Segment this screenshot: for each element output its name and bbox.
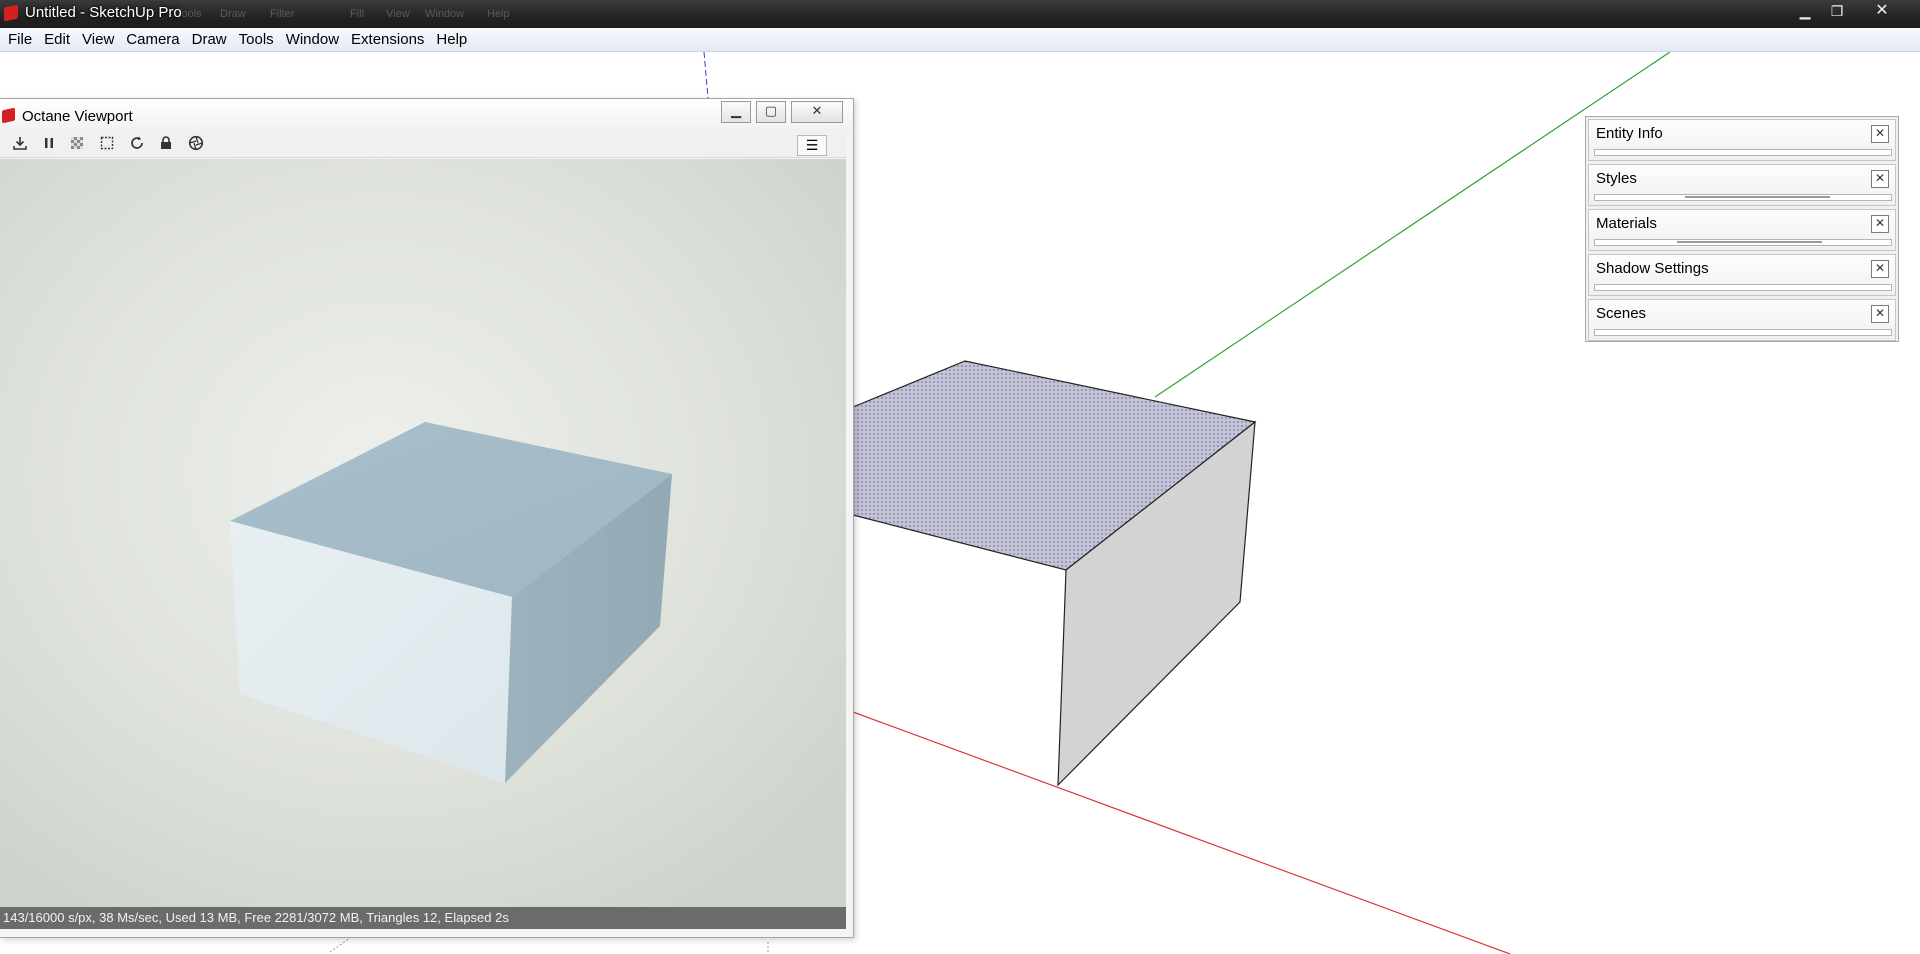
- octane-menu-button[interactable]: ☰: [797, 135, 827, 156]
- menu-window[interactable]: Window: [280, 31, 345, 48]
- blue-axis: [703, 52, 709, 99]
- tray-scrollbar: [1594, 149, 1892, 156]
- ghost-menu-draw: Draw: [220, 8, 246, 20]
- tray-scrollbar: [1594, 284, 1892, 291]
- refresh-icon[interactable]: [126, 135, 148, 155]
- tray-shadow-settings[interactable]: Shadow Settings ✕: [1588, 254, 1896, 296]
- tray-title: Styles: [1596, 170, 1637, 187]
- octane-maximize-button[interactable]: ▢: [756, 101, 786, 123]
- sketchup-icon: [4, 4, 18, 22]
- menu-extensions[interactable]: Extensions: [345, 31, 430, 48]
- tray-close-button[interactable]: ✕: [1871, 125, 1889, 143]
- lock-icon[interactable]: [155, 135, 177, 155]
- window-title: Untitled - SketchUp Pro: [25, 4, 182, 21]
- menu-help[interactable]: Help: [430, 31, 473, 48]
- menu-view[interactable]: View: [76, 31, 120, 48]
- aperture-icon[interactable]: [185, 135, 207, 155]
- menu-camera[interactable]: Camera: [120, 31, 185, 48]
- tray-scrollbar: [1594, 329, 1892, 336]
- ghost-menu-help: Help: [487, 8, 510, 20]
- menu-tools[interactable]: Tools: [233, 31, 280, 48]
- grid-icon[interactable]: [66, 135, 88, 155]
- red-axis: [852, 711, 1511, 954]
- octane-minimize-button[interactable]: ▁: [721, 101, 751, 123]
- octane-toolbar: ☰: [0, 133, 846, 158]
- octane-status-bar: 143/16000 s/px, 38 Ms/sec, Used 13 MB, F…: [0, 907, 846, 929]
- tray-entity-info[interactable]: Entity Info ✕: [1588, 119, 1896, 161]
- octane-viewport-window: Octane Viewport ▁ ▢ ✕ ☰ 143/16000 s/px, …: [0, 98, 854, 938]
- tray-close-button[interactable]: ✕: [1871, 215, 1889, 233]
- minimize-button[interactable]: ▁: [1790, 1, 1820, 22]
- close-button[interactable]: ✕: [1862, 1, 1902, 22]
- render-view[interactable]: [0, 159, 846, 907]
- tray-close-button[interactable]: ✕: [1871, 305, 1889, 323]
- pause-icon[interactable]: [38, 135, 60, 155]
- ghost-menu-fill: Fill: [350, 8, 365, 20]
- octane-close-button[interactable]: ✕: [791, 101, 843, 123]
- tray-scrollbar: [1594, 194, 1892, 201]
- tray-title: Scenes: [1596, 305, 1647, 322]
- tray-materials[interactable]: Materials ✕: [1588, 209, 1896, 251]
- octane-title-bar[interactable]: Octane Viewport ▁ ▢ ✕: [0, 99, 853, 133]
- ghost-menu-window: Window: [425, 8, 465, 20]
- tray-title: Entity Info: [1596, 125, 1663, 142]
- dotted-guide: [329, 937, 351, 953]
- save-icon[interactable]: [9, 135, 31, 155]
- menu-bar: File Edit View Camera Draw Tools Window …: [0, 28, 1920, 52]
- title-bar: Tools Draw Filter Fill View Window Help …: [0, 0, 1920, 28]
- rendered-box: [230, 422, 672, 783]
- octane-title: Octane Viewport: [22, 108, 133, 125]
- maximize-button[interactable]: ❐: [1822, 1, 1852, 22]
- region-select-icon[interactable]: [96, 135, 118, 155]
- menu-file[interactable]: File: [2, 31, 38, 48]
- ghost-menu-view: View: [386, 8, 410, 20]
- tray-scrollbar: [1594, 239, 1892, 246]
- tray-close-button[interactable]: ✕: [1871, 170, 1889, 188]
- tray-title: Materials: [1596, 215, 1657, 232]
- ghost-menu-filter: Filter: [270, 8, 295, 20]
- sketchup-icon: [2, 107, 15, 124]
- tray-scenes[interactable]: Scenes ✕: [1588, 299, 1896, 341]
- tray-styles[interactable]: Styles ✕: [1588, 164, 1896, 206]
- tray-close-button[interactable]: ✕: [1871, 260, 1889, 278]
- menu-edit[interactable]: Edit: [38, 31, 76, 48]
- menu-draw[interactable]: Draw: [186, 31, 233, 48]
- tray-panel: Entity Info ✕ Styles ✕ Materials ✕ Shado…: [1585, 116, 1899, 342]
- tray-title: Shadow Settings: [1596, 260, 1709, 277]
